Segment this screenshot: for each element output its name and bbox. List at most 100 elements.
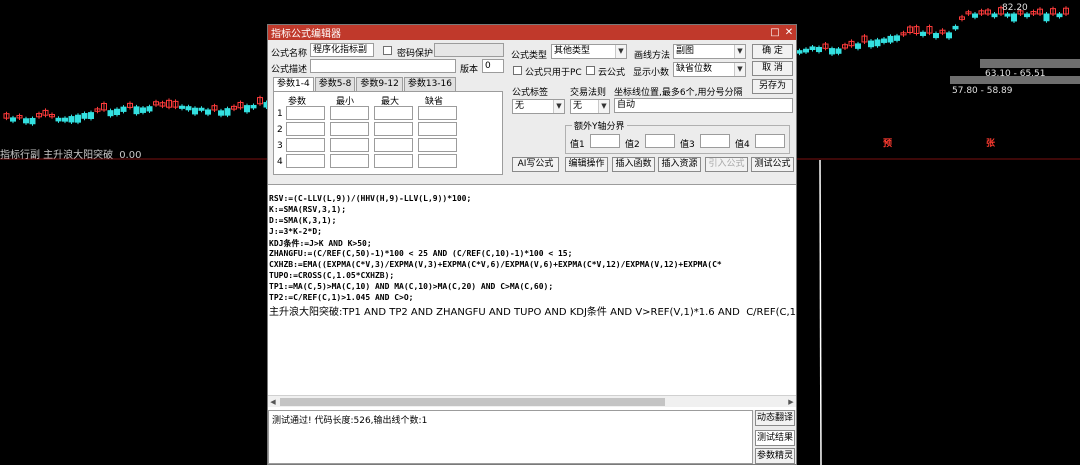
chevron-down-icon: ▼ [734,45,745,58]
level-label-2: 57.80 - 58.89 [952,86,1013,96]
param-cell[interactable] [418,154,457,168]
param-cell[interactable] [418,106,457,120]
edit-operation-button[interactable]: 编辑操作 [565,157,608,172]
draw-method-select[interactable]: 副图 ▼ [673,44,746,59]
save-as-button[interactable]: 另存为 [752,79,793,94]
coord-line-label: 坐标线位置,最多6个,用分号分隔 [614,88,743,98]
y-value-input-1[interactable] [590,134,620,148]
param-wizard-button[interactable]: 参数精灵 [755,448,795,464]
candle-mark [855,43,861,49]
code-line-8: TUPO:=CROSS(C,1.05*CXHZB); [269,271,395,280]
candle-mark [829,48,835,55]
chevron-down-icon: ▼ [615,45,626,58]
param-cell[interactable] [418,138,457,152]
level-band-1 [980,59,1080,68]
param-cell[interactable] [330,154,369,168]
y-value-label: 值2 [625,140,640,150]
dialog-titlebar[interactable]: 指标公式编辑器 □ ✕ [268,25,796,40]
formula-type-label: 公式类型 [511,51,548,61]
param-cell[interactable] [374,106,413,120]
formula-desc-input[interactable] [310,59,456,73]
test-formula-button[interactable]: 测试公式 [751,157,794,172]
candle-mark [250,104,257,109]
version-input[interactable]: 0 [482,59,504,73]
formula-type-select[interactable]: 其他类型 ▼ [551,44,627,59]
candle-mark [874,39,881,47]
candle-mark [894,35,900,41]
param-cell[interactable] [286,138,325,152]
candle-mark [868,40,874,48]
password-checkbox[interactable] [383,46,392,55]
ai-write-button[interactable]: AI写公式 [512,157,559,172]
tab-params-1-4[interactable]: 参数1-4 [273,77,314,91]
param-cell[interactable] [330,138,369,152]
extra-y-axis-label: 额外Y轴分界 [572,119,627,132]
y-value-input-2[interactable] [645,134,675,148]
insert-function-button[interactable]: 插入函数 [612,157,655,172]
candle-mark [81,113,88,119]
candle-mark [55,117,62,122]
close-button[interactable]: ✕ [782,27,796,38]
tab-params-9-12[interactable]: 参数9-12 [356,77,403,91]
candle-mark [120,106,127,112]
candle-mark [218,110,224,116]
formula-tag-select[interactable]: 无 ▼ [512,99,565,114]
y-value-input-4[interactable] [755,134,785,148]
param-cell[interactable] [330,122,369,136]
param-cell[interactable] [330,106,369,120]
candle-mark [244,105,250,113]
chevron-down-icon: ▼ [553,100,564,113]
trade-rule-select[interactable]: 无 ▼ [570,99,610,114]
candle-mark [796,50,803,54]
param-row-number: 3 [277,141,283,151]
cancel-button[interactable]: 取 消 [752,61,793,76]
scroll-left-icon[interactable]: ◀ [268,396,278,408]
import-formula-button[interactable]: 引入公式 [705,157,748,172]
y-value-label: 值3 [680,140,695,150]
candle-mark [146,106,153,112]
tab-params-5-8[interactable]: 参数5-8 [314,77,356,91]
param-cell[interactable] [374,122,413,136]
scroll-right-icon[interactable]: ▶ [786,396,796,408]
formula-name-input[interactable]: 程序化指标副 [310,43,374,57]
pc-only-checkbox[interactable] [513,66,522,75]
y-value-input-3[interactable] [700,134,730,148]
dynamic-translate-button[interactable]: 动态翻译 [755,410,795,426]
candle-mark [185,106,192,111]
ok-button[interactable]: 确 定 [752,44,793,59]
cloud-checkbox[interactable] [586,66,595,75]
candle-mark [881,38,887,43]
test-result-button[interactable]: 测试结果 [755,430,795,446]
code-line-11: 主升浪大阳突破:TP1 AND TP2 AND ZHANGFU AND TUPO… [269,307,796,318]
param-cell[interactable] [374,138,413,152]
tab-params-13-16[interactable]: 参数13-16 [403,77,456,91]
decimal-value: 缺省位数 [676,64,713,74]
decimal-select[interactable]: 缺省位数 ▼ [673,62,746,77]
formula-desc-label: 公式描述 [271,65,308,75]
password-input[interactable] [434,43,504,57]
candle-mark [29,117,36,125]
candle-mark [803,48,809,53]
insert-resource-button[interactable]: 插入资源 [658,157,701,172]
candle-mark [952,25,959,30]
param-cell[interactable] [418,122,457,136]
code-line-9: TP1:=MA(C,5)>MA(C,10) AND MA(C,10)>MA(C,… [269,282,554,291]
coord-line-input[interactable]: 自动 [614,98,793,113]
candle-mark [972,13,978,18]
chart-marker-2: 张 [986,139,996,149]
param-cell[interactable] [374,154,413,168]
maximize-button[interactable]: □ [768,27,782,38]
candle-mark [68,116,75,123]
param-cell[interactable] [286,154,325,168]
formula-name-label: 公式名称 [271,49,308,59]
scrollbar-thumb[interactable] [280,398,665,406]
code-line-4: J:=3*K-2*D; [269,227,322,236]
code-editor[interactable]: RSV:=(C-LLV(L,9))/(HHV(H,9)-LLV(L,9))*10… [268,184,796,410]
param-cell[interactable] [286,122,325,136]
param-row-number: 4 [277,157,283,167]
param-cell[interactable] [286,106,325,120]
candle-mark [224,108,231,116]
code-line-1: RSV:=(C-LLV(L,9))/(HHV(H,9)-LLV(L,9))*10… [269,194,472,203]
editor-horizontal-scrollbar[interactable]: ◀ ▶ [268,395,796,407]
candle-mark [179,105,185,109]
